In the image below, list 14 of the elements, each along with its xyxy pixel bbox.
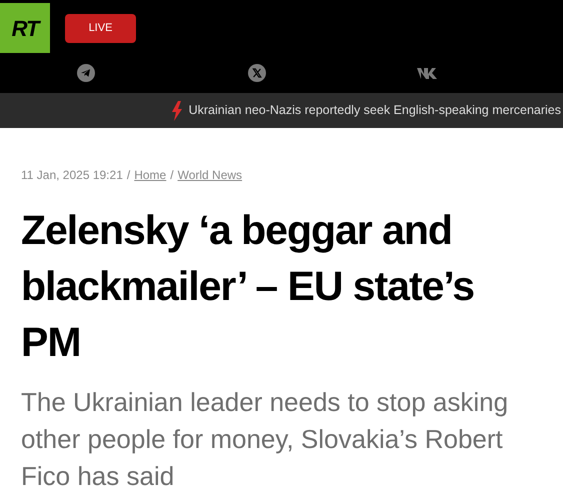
article-summary: The Ukrainian leader needs to stop asking other people for money, Slovakia’s Robert Fico has said bbox=[21, 386, 510, 493]
breadcrumb-link[interactable]: Home bbox=[134, 166, 166, 184]
vk-icon[interactable] bbox=[416, 67, 438, 79]
breadcrumb-separator: / bbox=[126, 167, 130, 184]
publish-date: 11 Jan, 2025 19:21 bbox=[21, 167, 123, 184]
breadcrumb-link[interactable]: World News bbox=[178, 166, 242, 184]
live-button[interactable]: LIVE bbox=[65, 14, 136, 43]
lightning-icon bbox=[170, 100, 183, 120]
breadcrumb-separator: / bbox=[170, 167, 174, 184]
x-icon[interactable] bbox=[248, 64, 266, 82]
logo[interactable]: RT bbox=[0, 3, 50, 53]
article-title: Zelensky ‘a beggar and blackmailer’ – EU state’s PM bbox=[21, 206, 475, 367]
telegram-icon[interactable] bbox=[76, 64, 94, 82]
ticker-headline[interactable]: Ukrainian neo-Nazis reportedly seek English-speaking mercenaries bbox=[188, 101, 561, 120]
